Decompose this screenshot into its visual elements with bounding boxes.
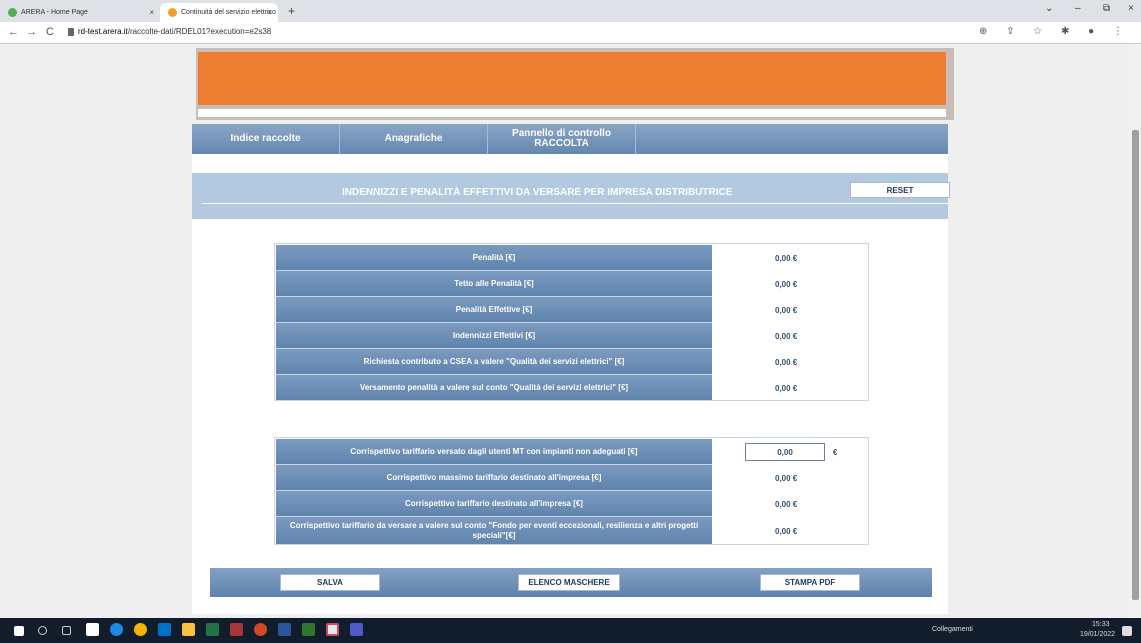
outlook-icon[interactable]: [158, 623, 171, 636]
save-button[interactable]: SALVA: [280, 574, 380, 591]
address-bar: ← → C rd-test.arera.it/raccolte-dati/RDE…: [0, 22, 1141, 44]
row-value: 0,00 €: [775, 499, 798, 509]
elenco-maschere-button[interactable]: ELENCO MASCHERE: [518, 574, 620, 591]
tab-close-icon[interactable]: ×: [267, 8, 272, 17]
row-label: Penalità [€]: [276, 245, 712, 271]
chrome-icon[interactable]: [134, 623, 147, 636]
snip-icon[interactable]: [326, 623, 339, 636]
nav-anagrafiche[interactable]: Anagrafiche: [340, 124, 488, 154]
tab-close-icon[interactable]: ×: [149, 8, 154, 17]
table-row: Corrispettivo massimo tariffario destina…: [276, 465, 869, 491]
row-value: 0,00 €: [775, 473, 798, 483]
table-row: Indennizzi Effettivi [€] 0,00 €: [276, 323, 869, 349]
nav-pannello-controllo[interactable]: Pannello di controllo RACCOLTA: [488, 124, 636, 154]
row-label: Versamento penalità a valere sul conto "…: [276, 375, 712, 401]
mail-icon[interactable]: [86, 623, 99, 636]
row-value: 0,00 €: [775, 279, 798, 289]
clock-date[interactable]: 19/01/2022: [1080, 631, 1115, 638]
close-window-button[interactable]: ×: [1128, 3, 1134, 14]
row-value: 0,00 €: [775, 253, 798, 263]
footer-action-bar: SALVA ELENCO MASCHERE STAMPA PDF: [210, 568, 932, 597]
tab-arera-home[interactable]: ARERA - Home Page ×: [0, 3, 160, 22]
explorer-icon[interactable]: [182, 623, 195, 636]
toolbar-icons[interactable]: ⊕ ⇪ ☆ ✱ ● ⋮: [979, 26, 1131, 37]
main-nav-menu: Indice raccolte Anagrafiche Pannello di …: [192, 124, 948, 154]
reload-button[interactable]: C: [46, 26, 54, 38]
table-row: Penalità [€] 0,00 €: [276, 245, 869, 271]
url-path: /raccolte-dati/RDEL01?execution=e2s38: [127, 27, 272, 36]
url-domain: rd-test.arera.it: [78, 27, 128, 36]
lock-icon: [68, 28, 74, 36]
euro-unit: €: [833, 447, 838, 457]
excel-icon[interactable]: [206, 623, 219, 636]
row-label: Corrispettivo tariffario destinato all'i…: [276, 491, 712, 517]
powerpoint-icon[interactable]: [254, 623, 267, 636]
scrollbar[interactable]: [1129, 45, 1141, 618]
table-row: Tetto alle Penalità [€] 0,00 €: [276, 271, 869, 297]
project-icon[interactable]: [302, 623, 315, 636]
row-label: Corrispettivo tariffario versato dagli u…: [276, 439, 712, 465]
content-panel: INDENNIZZI E PENALITÀ EFFETTIVI DA VERSA…: [192, 154, 950, 614]
access-icon[interactable]: [230, 623, 243, 636]
row-label: Tetto alle Penalità [€]: [276, 271, 712, 297]
row-value: 0,00 €: [775, 526, 798, 536]
new-tab-button[interactable]: +: [288, 4, 295, 18]
tab-search-icon[interactable]: ⌄: [1045, 3, 1053, 14]
tab-label: Continuità del servizio elettrico: [181, 9, 276, 16]
ie-icon[interactable]: [110, 623, 123, 636]
row-value: 0,00 €: [712, 439, 869, 465]
scrollbar-thumb[interactable]: [1132, 130, 1139, 600]
site-favicon-icon: [168, 8, 177, 17]
corrispettivo-mt-input[interactable]: 0,00: [745, 443, 825, 461]
tab-continuita[interactable]: Continuità del servizio elettrico ×: [160, 3, 278, 22]
url-field[interactable]: rd-test.arera.it/raccolte-dati/RDEL01?ex…: [78, 27, 271, 36]
task-view-icon[interactable]: [62, 626, 71, 635]
table-row: Richiesta contributo a CSEA a valere "Qu…: [276, 349, 869, 375]
row-value: 0,00 €: [775, 305, 798, 315]
forward-button[interactable]: →: [26, 26, 37, 38]
tab-label: ARERA - Home Page: [21, 9, 88, 16]
section-heading: INDENNIZZI E PENALITÀ EFFETTIVI DA VERSA…: [192, 173, 950, 219]
row-label: Penalità Effettive [€]: [276, 297, 712, 323]
page-title: INDENNIZZI E PENALITÀ EFFETTIVI DA VERSA…: [342, 187, 733, 198]
reset-button[interactable]: RESET: [850, 182, 950, 198]
row-value: 0,00 €: [775, 357, 798, 367]
row-label: Indennizzi Effettivi [€]: [276, 323, 712, 349]
windows-icon[interactable]: [14, 626, 24, 636]
windows-taskbar: Collegamenti 15:33 19/01/2022: [0, 618, 1141, 643]
stampa-pdf-button[interactable]: STAMPA PDF: [760, 574, 860, 591]
back-button[interactable]: ←: [8, 26, 19, 38]
maximize-button[interactable]: ⧉: [1103, 3, 1110, 14]
minimize-button[interactable]: –: [1075, 3, 1081, 14]
row-label: Richiesta contributo a CSEA a valere "Qu…: [276, 349, 712, 375]
browser-tab-bar: ARERA - Home Page × Continuità del servi…: [0, 0, 1141, 22]
teams-icon[interactable]: [350, 623, 363, 636]
table-row: Corrispettivo tariffario destinato all'i…: [276, 491, 869, 517]
nav-indice-raccolte[interactable]: Indice raccolte: [192, 124, 340, 154]
word-icon[interactable]: [278, 623, 291, 636]
collegamenti-label[interactable]: Collegamenti: [932, 626, 973, 633]
row-value: 0,00 €: [775, 331, 798, 341]
notification-icon[interactable]: [1122, 626, 1132, 636]
header-banner: [196, 48, 954, 120]
row-label: Corrispettivo tariffario da versare a va…: [276, 517, 712, 545]
table-row: Penalità Effettive [€] 0,00 €: [276, 297, 869, 323]
penalties-table: Penalità [€] 0,00 € Tetto alle Penalità …: [274, 243, 869, 401]
table-row: Corrispettivo tariffario versato dagli u…: [276, 439, 869, 465]
table-row: Versamento penalità a valere sul conto "…: [276, 375, 869, 401]
heading-divider: [202, 203, 948, 204]
search-icon[interactable]: [38, 626, 47, 635]
row-label: Corrispettivo massimo tariffario destina…: [276, 465, 712, 491]
table-row: Corrispettivo tariffario da versare a va…: [276, 517, 869, 545]
clock-time[interactable]: 15:33: [1092, 621, 1110, 628]
row-value: 0,00 €: [775, 383, 798, 393]
banner-orange: [198, 52, 946, 105]
arera-favicon-icon: [8, 8, 17, 17]
tariff-table: Corrispettivo tariffario versato dagli u…: [274, 437, 869, 545]
banner-strip: [198, 109, 946, 117]
